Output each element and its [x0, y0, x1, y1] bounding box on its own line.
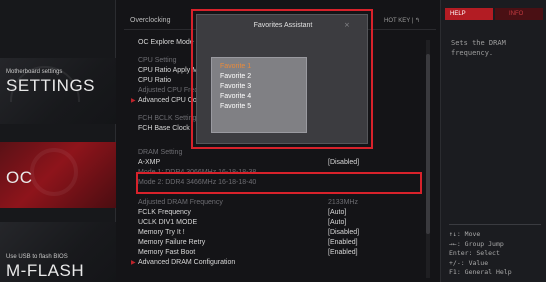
section-header: FCH BCLK Setting	[138, 115, 197, 122]
setting-value[interactable]: [Disabled]	[328, 228, 359, 238]
key-help-item: →←: Group Jump	[449, 239, 504, 248]
section-header: CPU Setting	[138, 57, 177, 64]
gear-icon	[30, 148, 78, 196]
favorites-assistant-dialog: Favorites Assistant × Favorite 1 Favorit…	[196, 14, 368, 144]
oc-menu[interactable]: OC	[0, 142, 116, 208]
favorite-item-5[interactable]: Favorite 5	[220, 102, 251, 112]
setting-label[interactable]: FCLK Frequency	[138, 208, 191, 218]
favorite-item-1[interactable]: Favorite 1	[220, 62, 251, 72]
key-help-item: F1: General Help	[449, 268, 512, 276]
setting-label[interactable]: Memory Fast Boot	[138, 248, 195, 258]
favorite-item-3[interactable]: Favorite 3	[220, 82, 251, 92]
divider	[449, 224, 541, 225]
favorite-item-4[interactable]: Favorite 4	[220, 92, 251, 102]
setting-value[interactable]: [Enabled]	[328, 238, 358, 248]
hotkey-label[interactable]: HOT KEY | ↰	[384, 17, 420, 24]
mflash-subtitle: Use USB to flash BIOS	[6, 254, 68, 260]
tab-info[interactable]: INFO	[495, 8, 543, 20]
setting-label[interactable]: UCLK DIV1 MODE	[138, 218, 197, 228]
settings-title: SETTINGS	[6, 76, 96, 95]
setting-label[interactable]: Memory Try It !	[138, 228, 185, 238]
setting-label[interactable]: Memory Failure Retry	[138, 238, 205, 248]
setting-label[interactable]: CPU Ratio	[138, 76, 171, 86]
submenu-item[interactable]: ▶ Advanced DRAM Configuration	[131, 258, 235, 268]
close-icon[interactable]: ×	[344, 21, 350, 29]
setting-value[interactable]: [Enabled]	[328, 248, 358, 258]
mflash-menu[interactable]: Use USB to flash BIOS M-FLASH	[0, 222, 116, 282]
key-help-item: +/-: Value	[449, 258, 489, 267]
setting-label[interactable]: FCH Base Clock	[138, 124, 190, 134]
setting-label: Adjusted DRAM Frequency	[138, 199, 223, 206]
tab-help[interactable]: HELP	[445, 8, 493, 20]
oc-title: OC	[6, 168, 33, 187]
setting-value: 2133MHz	[328, 199, 358, 206]
key-help-list: ↑↓: Move →←: Group Jump Enter: Select +/…	[449, 230, 545, 278]
setting-label[interactable]: OC Explore Mode	[138, 38, 194, 48]
setting-value[interactable]: [Auto]	[328, 208, 346, 218]
scrollbar-thumb[interactable]	[426, 54, 430, 234]
page-title: Overclocking	[130, 17, 171, 24]
settings-subtitle: Motherboard settings	[6, 69, 63, 75]
section-header: DRAM Setting	[138, 149, 183, 156]
setting-value[interactable]: [Disabled]	[328, 158, 359, 168]
help-panel: HELP INFO Sets the DRAM frequency. ↑↓: M…	[440, 0, 546, 282]
submenu-arrow-icon: ▶	[131, 260, 136, 266]
setting-value[interactable]: [Auto]	[328, 218, 346, 228]
help-description: Sets the DRAM frequency.	[451, 39, 506, 57]
highlighted-row-outline	[136, 172, 422, 194]
sidebar: Motherboard settings SETTINGS OC Use USB…	[0, 0, 116, 282]
key-help-item: Enter: Select	[449, 249, 500, 257]
favorite-item-2[interactable]: Favorite 2	[220, 72, 251, 82]
mflash-title: M-FLASH	[6, 261, 85, 280]
setting-label[interactable]: A-XMP	[138, 158, 160, 168]
submenu-arrow-icon: ▶	[131, 98, 136, 104]
scrollbar[interactable]	[426, 40, 430, 278]
settings-menu[interactable]: Motherboard settings SETTINGS	[0, 58, 116, 124]
key-help-item: ↑↓: Move	[449, 230, 481, 238]
favorites-list: Favorite 1 Favorite 2 Favorite 3 Favorit…	[211, 57, 307, 133]
